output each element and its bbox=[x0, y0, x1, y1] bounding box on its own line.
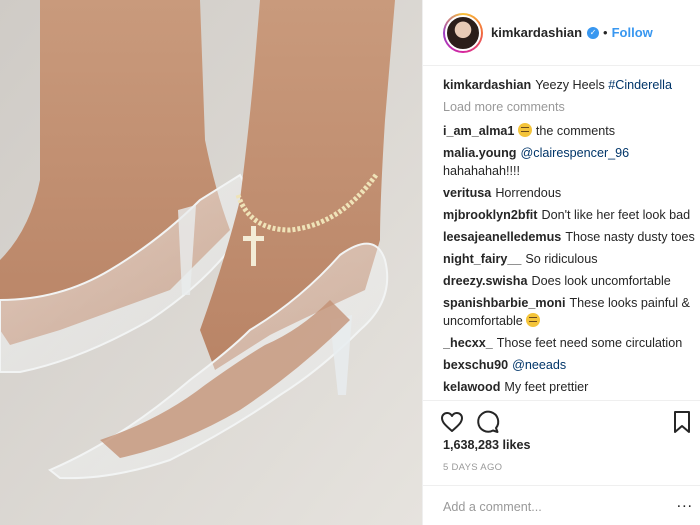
comment-text: the comments bbox=[532, 124, 616, 138]
comment-text: Those feet need some circulation bbox=[496, 336, 683, 350]
post-header: kimkardashian ✓ • Follow bbox=[423, 0, 700, 66]
follow-button[interactable]: Follow bbox=[612, 25, 653, 40]
add-comment-bar: ... bbox=[423, 485, 700, 525]
caption-author[interactable]: kimkardashian bbox=[443, 78, 531, 92]
comment-item: bexschu90 @neeads bbox=[443, 356, 695, 374]
add-comment-input[interactable] bbox=[443, 498, 663, 516]
grinning-face-emoji-icon bbox=[518, 123, 533, 137]
comment-item: veritusa Horrendous bbox=[443, 184, 695, 202]
comment-author[interactable]: malia.young bbox=[443, 146, 516, 160]
comment-text: Those nasty dusty toes bbox=[565, 230, 695, 244]
comment-item: dreezy.swisha Does look uncomfortable bbox=[443, 272, 695, 290]
comment-mention[interactable]: @neeads bbox=[512, 358, 566, 372]
comment-author[interactable]: _hecxx_ bbox=[443, 336, 493, 350]
header-separator: • bbox=[603, 25, 608, 40]
comment-item: _hecxx_ Those feet need some circulation bbox=[443, 334, 695, 352]
bookmark-icon[interactable] bbox=[669, 409, 695, 435]
post-actions: 1,638,283 likes 5 DAYS AGO ... bbox=[423, 400, 700, 525]
avatar[interactable] bbox=[445, 14, 481, 51]
comment-text: So ridiculous bbox=[525, 252, 598, 266]
post-photo-illustration bbox=[0, 0, 422, 525]
comments-list[interactable]: kimkardashian Yeezy Heels #Cinderella Loa… bbox=[443, 76, 695, 401]
comment-author[interactable]: leesajeanelledemus bbox=[443, 230, 561, 244]
load-more-comments-button[interactable]: Load more comments bbox=[443, 100, 695, 114]
caption-hashtag[interactable]: #Cinderella bbox=[608, 78, 672, 92]
caption: kimkardashian Yeezy Heels #Cinderella bbox=[443, 76, 695, 94]
comment-item: kelawood My feet prettier bbox=[443, 378, 695, 396]
header-username[interactable]: kimkardashian bbox=[491, 25, 582, 40]
comment-item: night_fairy__ So ridiculous bbox=[443, 250, 695, 268]
comment-author[interactable]: kelawood bbox=[443, 380, 500, 394]
comment-mention[interactable]: @clairespencer_96 bbox=[520, 146, 629, 160]
post-side-panel: kimkardashian ✓ • Follow kimkardashian Ye… bbox=[422, 0, 700, 525]
likes-count[interactable]: 1,638,283 likes bbox=[443, 438, 531, 452]
comment-text: Does look uncomfortable bbox=[531, 274, 671, 288]
grimace-emoji-icon bbox=[526, 313, 541, 327]
comment-text: Don't like her feet look bad bbox=[541, 208, 691, 222]
comment-author[interactable]: i_am_alma1 bbox=[443, 124, 514, 138]
heart-icon[interactable] bbox=[439, 409, 465, 435]
post-timestamp[interactable]: 5 DAYS AGO bbox=[443, 462, 502, 473]
comment-text: My feet prettier bbox=[504, 380, 589, 394]
comment-author[interactable]: mjbrooklyn2bfit bbox=[443, 208, 537, 222]
comment-item: spanishbarbie_moni These looks painful & … bbox=[443, 294, 695, 330]
comment-text: Horrendous bbox=[495, 186, 562, 200]
comment-text: hahahahah!!!! bbox=[443, 164, 521, 178]
comment-item: mjbrooklyn2bfit Don't like her feet look … bbox=[443, 206, 695, 224]
verified-badge-icon: ✓ bbox=[587, 26, 600, 39]
comment-bubble-icon[interactable] bbox=[475, 409, 501, 435]
comment-item: leesajeanelledemus Those nasty dusty toes bbox=[443, 228, 695, 246]
comment-author[interactable]: dreezy.swisha bbox=[443, 274, 527, 288]
comment-author[interactable]: bexschu90 bbox=[443, 358, 508, 372]
post-photo[interactable] bbox=[0, 0, 422, 525]
more-options-icon[interactable]: ... bbox=[677, 494, 693, 512]
comment-author[interactable]: veritusa bbox=[443, 186, 491, 200]
caption-text: Yeezy Heels bbox=[535, 78, 605, 92]
action-icons-row bbox=[439, 409, 691, 435]
comment-item: malia.young @clairespencer_96 hahahahah!!… bbox=[443, 144, 695, 180]
comment-author[interactable]: spanishbarbie_moni bbox=[443, 296, 565, 310]
comment-author[interactable]: night_fairy__ bbox=[443, 252, 521, 266]
comment-item: i_am_alma1 the comments bbox=[443, 122, 695, 140]
avatar-story-ring[interactable] bbox=[443, 12, 483, 53]
